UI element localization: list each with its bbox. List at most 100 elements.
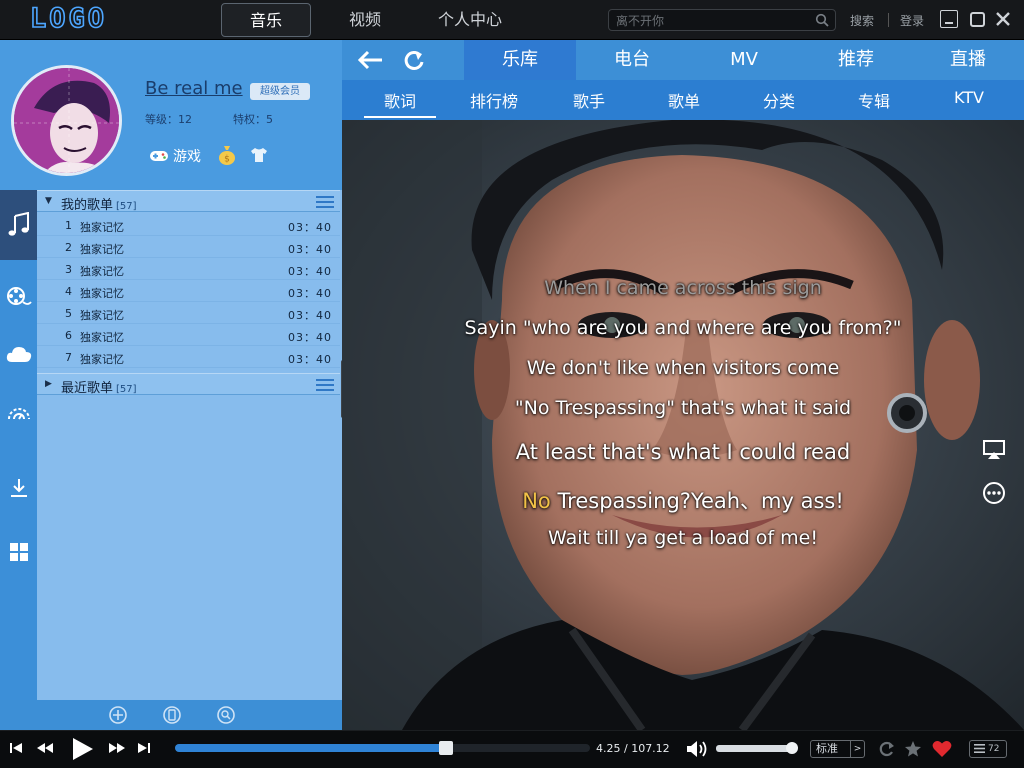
playlist-group-mine[interactable]: ▼ 我的歌单 [57] [37,190,340,213]
song-row[interactable]: 6 独家记忆 03：40 [37,324,340,346]
volume-handle[interactable] [786,742,799,754]
profile-card: Be real me 超级会员 等级：12 特权：5 游戏 $ [0,40,342,190]
add-icon[interactable] [108,705,128,725]
separator [888,13,889,27]
back-arrow-icon[interactable] [354,48,386,72]
download-icon [10,479,27,497]
sidebar-item-cloud[interactable] [0,324,37,384]
subtab-lyrics[interactable]: 歌词 [364,88,436,118]
queue-count: 72 [988,744,1000,754]
tab-live[interactable]: 直播 [912,40,1024,80]
progress-handle[interactable] [438,741,453,755]
playlist-group-recent[interactable]: ▶ 最近歌单 [57] [37,373,340,396]
close-icon[interactable] [994,10,1012,28]
cloud-icon [6,347,31,362]
sidebar-item-music[interactable] [0,190,37,260]
video-reel-icon [6,287,32,305]
subtab-charts[interactable]: 排行榜 [454,88,534,118]
tab-library[interactable]: 乐库 [464,40,576,80]
subtab-albums[interactable]: 专辑 [839,88,909,118]
radio-icon [7,408,30,420]
song-row[interactable]: 2 独家记忆 03：40 [37,236,340,258]
sidebar-item-radio[interactable] [0,384,37,444]
login-link[interactable]: 登录 [900,12,924,29]
refresh-icon[interactable] [401,48,427,72]
sub-tab-bar: 歌词 排行榜 歌手 歌单 分类 专辑 KTV [342,80,1024,120]
tab-recommend[interactable]: 推荐 [800,40,912,80]
search-input[interactable] [609,11,809,31]
phone-icon[interactable] [162,705,182,725]
volume-icon[interactable] [686,740,710,758]
lyric-line: Wait till ya get a load of me! [548,527,818,549]
expand-arrow-icon[interactable]: ▼ [45,196,52,206]
subtab-playlists[interactable]: 歌单 [649,88,719,118]
search-box [608,9,836,31]
group-count: [57] [116,384,137,395]
screen-cast-icon[interactable] [982,439,1006,461]
song-row[interactable]: 5 独家记忆 03：40 [37,302,340,324]
skip-to-end-icon[interactable] [137,742,151,754]
level-stat: 等级：12 [145,113,192,126]
time-display: 4.25 / 107.12 [596,742,670,755]
tab-mv[interactable]: MV [688,40,800,80]
chevron-right-icon: > [850,741,864,757]
next-icon[interactable] [108,742,126,754]
previous-icon[interactable] [36,742,54,754]
menu-icon[interactable] [316,379,334,391]
skip-to-start-icon[interactable] [9,742,23,754]
lyric-line: When I came across this sign [544,277,822,299]
app-logo: LOGO [29,2,108,35]
song-row[interactable]: 4 独家记忆 03：40 [37,280,340,302]
subtab-categories[interactable]: 分类 [744,88,814,118]
privilege-stat: 特权：5 [233,113,273,126]
maximize-button[interactable] [968,10,986,28]
playlist-panel: ▼ 我的歌单 [57] 1 独家记忆 03：40 2 独家记忆 03：40 3 独家记忆 03… [37,190,342,700]
lyric-highlight: No [522,489,551,513]
nav-personal-center[interactable]: 个人中心 [420,3,520,37]
sidebar-item-video[interactable] [0,266,37,326]
search-icon[interactable] [815,13,829,27]
progress-fill [175,744,446,752]
lyric-rest: Trespassing?Yeah、my ass! [550,489,844,513]
sidebar-item-download[interactable] [0,458,37,518]
game-link[interactable]: 游戏 [149,146,201,166]
volume-slider[interactable] [716,742,799,754]
playlist-toolbar [0,700,342,730]
subtab-ktv[interactable]: KTV [934,88,1004,118]
lyric-line-current: No Trespassing?Yeah、my ass! [342,485,1024,515]
menu-icon[interactable] [316,196,334,208]
avatar[interactable] [11,65,122,176]
nav-video[interactable]: 视频 [325,3,405,37]
nav-music[interactable]: 音乐 [221,3,311,37]
gamepad-icon [150,151,168,161]
progress-bar[interactable] [175,741,590,755]
svg-text:$: $ [224,155,230,165]
star-icon[interactable] [904,740,922,758]
coin-bag-icon[interactable]: $ [217,144,237,166]
shirt-icon[interactable] [250,147,268,163]
main-content: 乐库 电台 MV 推荐 直播 歌词 排行榜 歌手 歌单 分类 专辑 KTV Wh… [342,40,1024,730]
collapse-arrow-icon[interactable]: ▶ [45,379,52,389]
artist-photo [342,119,1024,730]
more-options-icon[interactable] [982,481,1006,505]
playlist-queue-button[interactable]: 72 [969,740,1007,758]
vip-badge[interactable]: 超级会员 [250,83,310,100]
play-icon[interactable] [70,737,94,761]
heart-icon[interactable] [932,740,952,758]
group-title: 我的歌单 [57] [61,198,137,213]
song-row[interactable]: 1 独家记忆 03：40 [37,214,340,236]
username-link[interactable]: Be real me [145,78,243,99]
tab-radio[interactable]: 电台 [576,40,688,80]
search-icon[interactable] [216,705,236,725]
loop-mode-icon[interactable] [876,741,896,757]
song-row[interactable]: 3 独家记忆 03：40 [37,258,340,280]
sidebar-item-apps[interactable] [0,522,37,582]
game-label: 游戏 [173,149,201,165]
search-link[interactable]: 搜索 [850,12,874,29]
song-list: 1 独家记忆 03：40 2 独家记忆 03：40 3 独家记忆 03：40 4 独家记忆 03… [37,214,340,368]
lyric-line: Sayin "who are you and where are you fro… [464,317,902,339]
subtab-singers[interactable]: 歌手 [554,88,624,118]
quality-selector[interactable]: 标准 > [810,740,865,758]
song-row[interactable]: 7 独家记忆 03：40 [37,346,340,368]
minimize-button[interactable] [940,10,958,28]
